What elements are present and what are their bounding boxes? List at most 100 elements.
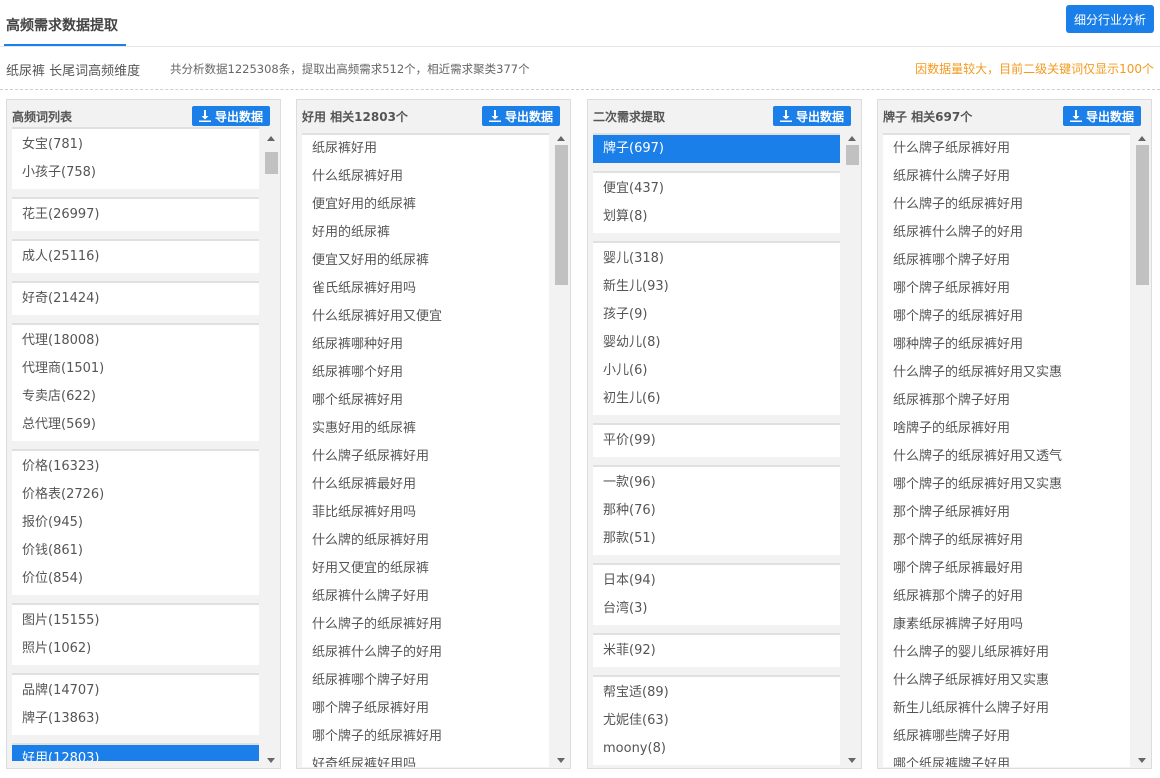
list-item[interactable]: 什么纸尿裤好用又便宜 bbox=[302, 303, 549, 331]
list-item[interactable]: 什么牌子的纸尿裤好用 bbox=[302, 611, 549, 639]
list-item[interactable]: 孩子(9) bbox=[593, 301, 840, 329]
list-item[interactable]: 花王(26997) bbox=[12, 201, 259, 229]
scroll-thumb[interactable] bbox=[1136, 145, 1149, 285]
list-item[interactable]: 那个牌子纸尿裤好用 bbox=[883, 499, 1130, 527]
list-item[interactable]: 台湾(3) bbox=[593, 595, 840, 623]
list-item[interactable]: 那个牌子的纸尿裤好用 bbox=[883, 527, 1130, 555]
list-item[interactable]: 哪个牌子的纸尿裤好用又实惠 bbox=[883, 471, 1130, 499]
list-item[interactable]: 纸尿裤什么牌子好用 bbox=[302, 583, 549, 611]
list-item[interactable]: 纸尿裤好用 bbox=[302, 135, 549, 163]
export-button[interactable]: 导出数据 bbox=[772, 106, 851, 126]
list-item[interactable]: 牌子(13863) bbox=[12, 705, 259, 733]
list-item[interactable]: 好奇纸尿裤好用吗 bbox=[302, 751, 549, 767]
list-item[interactable]: 纸尿裤哪种好用 bbox=[302, 331, 549, 359]
list-item[interactable]: 哪个牌子纸尿裤好用 bbox=[302, 695, 549, 723]
list-item[interactable]: 小儿(6) bbox=[593, 357, 840, 385]
scroll-down-arrow[interactable] bbox=[267, 758, 275, 763]
industry-analysis-button[interactable]: 细分行业分析 bbox=[1066, 5, 1154, 33]
scrollbar[interactable] bbox=[1136, 133, 1149, 767]
list-item[interactable]: 纸尿裤那个牌子的好用 bbox=[883, 583, 1130, 611]
export-button[interactable]: 导出数据 bbox=[191, 106, 270, 126]
list-item[interactable]: 便宜(437) bbox=[593, 175, 840, 203]
list-item[interactable]: 女宝(781) bbox=[12, 131, 259, 159]
list-item[interactable]: 总代理(569) bbox=[12, 411, 259, 439]
list-item[interactable]: 纸尿裤那个牌子好用 bbox=[883, 387, 1130, 415]
list-item[interactable]: 啥牌子的纸尿裤好用 bbox=[883, 415, 1130, 443]
list-item[interactable]: 什么牌子纸尿裤好用 bbox=[883, 135, 1130, 163]
list-item[interactable]: 哪种牌子的纸尿裤好用 bbox=[883, 331, 1130, 359]
list-item[interactable]: 哪个牌子纸尿裤最好用 bbox=[883, 555, 1130, 583]
scroll-down-arrow[interactable] bbox=[1138, 758, 1146, 763]
list-item[interactable]: 成人(25116) bbox=[12, 243, 259, 271]
export-button[interactable]: 导出数据 bbox=[1062, 106, 1141, 126]
list-item[interactable]: 好用又便宜的纸尿裤 bbox=[302, 555, 549, 583]
list-item[interactable]: 纸尿裤什么牌子的好用 bbox=[302, 639, 549, 667]
list-item[interactable]: 什么牌子的婴儿纸尿裤好用 bbox=[883, 639, 1130, 667]
list-item[interactable]: 哪个牌子的纸尿裤好用 bbox=[883, 303, 1130, 331]
scroll-thumb[interactable] bbox=[846, 145, 859, 165]
list-item[interactable]: 纸尿裤哪些牌子好用 bbox=[883, 723, 1130, 751]
list-item[interactable]: 纸尿裤什么牌子好用 bbox=[883, 163, 1130, 191]
list-item[interactable]: 便宜好用的纸尿裤 bbox=[302, 191, 549, 219]
list-item[interactable]: 好奇(21424) bbox=[12, 285, 259, 313]
list-item[interactable]: 哪个纸尿裤好用 bbox=[302, 387, 549, 415]
list-item[interactable]: 照片(1062) bbox=[12, 635, 259, 663]
list-item[interactable]: 价格(16323) bbox=[12, 453, 259, 481]
list-item[interactable]: 价格表(2726) bbox=[12, 481, 259, 509]
list-item[interactable]: 哪个牌子的纸尿裤好用 bbox=[302, 723, 549, 751]
list-item[interactable]: 便宜又好用的纸尿裤 bbox=[302, 247, 549, 275]
list-item[interactable]: 纸尿裤哪个好用 bbox=[302, 359, 549, 387]
list-item[interactable]: 实惠好用的纸尿裤 bbox=[302, 415, 549, 443]
list-item[interactable]: 婴幼儿(8) bbox=[593, 329, 840, 357]
list-item[interactable]: 价位(854) bbox=[12, 565, 259, 593]
scrollbar[interactable] bbox=[265, 133, 278, 767]
list-item[interactable]: 纸尿裤哪个牌子好用 bbox=[883, 247, 1130, 275]
list-item[interactable]: 什么牌子的纸尿裤好用又透气 bbox=[883, 443, 1130, 471]
list-item[interactable]: 好用(12803) bbox=[12, 745, 259, 761]
list-item[interactable]: 图片(15155) bbox=[12, 607, 259, 635]
scroll-thumb[interactable] bbox=[555, 145, 568, 285]
scroll-up-arrow[interactable] bbox=[267, 136, 275, 141]
scroll-thumb[interactable] bbox=[265, 152, 278, 174]
scroll-up-arrow[interactable] bbox=[557, 136, 565, 141]
list-item[interactable]: 纸尿裤什么牌子的好用 bbox=[883, 219, 1130, 247]
list-item[interactable]: moony(8) bbox=[593, 735, 840, 763]
list-item[interactable]: 那款(51) bbox=[593, 525, 840, 553]
list-item[interactable]: 专卖店(622) bbox=[12, 383, 259, 411]
list-item[interactable]: 代理(18008) bbox=[12, 327, 259, 355]
scroll-up-arrow[interactable] bbox=[1138, 136, 1146, 141]
list-item[interactable]: 新生儿(93) bbox=[593, 273, 840, 301]
list-item[interactable]: 康素纸尿裤牌子好用吗 bbox=[883, 611, 1130, 639]
list-item[interactable]: 好用的纸尿裤 bbox=[302, 219, 549, 247]
list-item[interactable]: 什么纸尿裤最好用 bbox=[302, 471, 549, 499]
list-item[interactable]: 菲比纸尿裤好用吗 bbox=[302, 499, 549, 527]
list-item[interactable]: 婴儿(318) bbox=[593, 245, 840, 273]
list-item[interactable]: 小孩子(758) bbox=[12, 159, 259, 187]
list-item[interactable]: 尤妮佳(63) bbox=[593, 707, 840, 735]
list-item[interactable]: 什么牌的纸尿裤好用 bbox=[302, 527, 549, 555]
list-item[interactable]: 帮宝适(89) bbox=[593, 679, 840, 707]
list-item[interactable]: 那种(76) bbox=[593, 497, 840, 525]
scroll-down-arrow[interactable] bbox=[557, 758, 565, 763]
list-item[interactable]: 雀氏纸尿裤好用吗 bbox=[302, 275, 549, 303]
list-item[interactable]: 平价(99) bbox=[593, 427, 840, 455]
list-item[interactable]: 纸尿裤哪个牌子好用 bbox=[302, 667, 549, 695]
export-button[interactable]: 导出数据 bbox=[481, 106, 560, 126]
list-item[interactable]: 什么牌子纸尿裤好用又实惠 bbox=[883, 667, 1130, 695]
list-item[interactable]: 日本(94) bbox=[593, 567, 840, 595]
list-item[interactable]: 一款(96) bbox=[593, 469, 840, 497]
list-item[interactable]: 哪个纸尿裤牌子好用 bbox=[883, 751, 1130, 767]
scroll-down-arrow[interactable] bbox=[848, 758, 856, 763]
list-item[interactable]: 牌子(697) bbox=[593, 135, 840, 163]
list-item[interactable]: 什么牌子的纸尿裤好用 bbox=[883, 191, 1130, 219]
list-item[interactable]: 价钱(861) bbox=[12, 537, 259, 565]
list-item[interactable]: 划算(8) bbox=[593, 203, 840, 231]
list-item[interactable]: 报价(945) bbox=[12, 509, 259, 537]
scroll-up-arrow[interactable] bbox=[848, 136, 856, 141]
list-item[interactable]: 代理商(1501) bbox=[12, 355, 259, 383]
list-item[interactable]: 品牌(14707) bbox=[12, 677, 259, 705]
scrollbar[interactable] bbox=[846, 133, 859, 767]
list-item[interactable]: 什么牌子纸尿裤好用 bbox=[302, 443, 549, 471]
list-item[interactable]: 初生儿(6) bbox=[593, 385, 840, 413]
list-item[interactable]: 什么纸尿裤好用 bbox=[302, 163, 549, 191]
